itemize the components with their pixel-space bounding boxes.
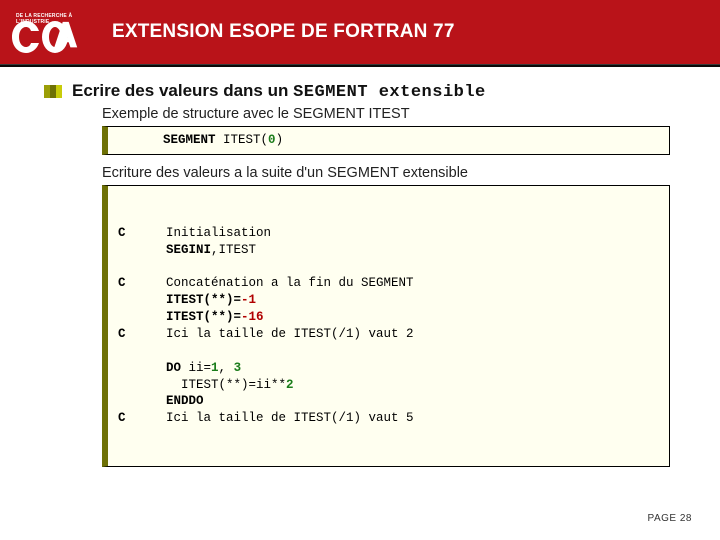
code2-c3: C bbox=[118, 326, 166, 360]
code2-l2b: ,ITEST bbox=[211, 243, 256, 257]
subheading-2: Ecriture des valeurs a la suite d'un SEG… bbox=[102, 165, 690, 181]
code2-l7n1: 1 bbox=[211, 361, 219, 375]
code2-l10: Ici la taille de ITEST(/1) vaut 5 bbox=[166, 411, 414, 425]
code-block-2: C Initialisation SEGINI,ITEST C Concatén… bbox=[102, 185, 670, 467]
code2-l7b: ii= bbox=[181, 361, 211, 375]
code2-row-5: C Ici la taille de ITEST(/1) vaut 5 bbox=[118, 410, 659, 427]
page-number: PAGE 28 bbox=[648, 513, 692, 524]
code2-l1: Initialisation bbox=[166, 226, 271, 240]
cea-logo: DE LA RECHERCHE À L'INDUSTRIE bbox=[10, 9, 88, 57]
code2-l4n: -1 bbox=[241, 293, 256, 307]
code2-row-4: DO ii=1, 3 ITEST(**)=ii**2 ENDDO bbox=[118, 360, 659, 411]
code2-l7c: , bbox=[219, 361, 234, 375]
code1-rest2: ) bbox=[276, 133, 284, 147]
code2-l5n: -16 bbox=[241, 310, 264, 324]
bullet-marker-icon bbox=[44, 85, 62, 98]
section-title-mono2: extensible bbox=[368, 83, 486, 102]
code2-c2: C bbox=[118, 275, 166, 326]
code2-l5a: ITEST(**)= bbox=[166, 310, 241, 324]
code2-l4a: ITEST(**)= bbox=[166, 293, 241, 307]
code2-l3: Concaténation a la fin du SEGMENT bbox=[166, 276, 414, 290]
slide-title: EXTENSION ESOPE DE FORTRAN 77 bbox=[112, 21, 455, 43]
header-band: DE LA RECHERCHE À L'INDUSTRIE EXTENSION … bbox=[0, 0, 720, 64]
code2-row-1: C Initialisation SEGINI,ITEST bbox=[118, 225, 659, 276]
section-title-prefix: Ecrire des valeurs dans un bbox=[72, 81, 293, 100]
code1-kw: SEGMENT bbox=[163, 133, 216, 147]
subheading-1: Exemple de structure avec le SEGMENT ITE… bbox=[102, 106, 690, 122]
code1-rest1: ITEST( bbox=[216, 133, 269, 147]
code2-l9: ENDDO bbox=[166, 394, 204, 408]
code2-l6: Ici la taille de ITEST(/1) vaut 2 bbox=[166, 327, 414, 341]
logo-tagline: DE LA RECHERCHE À L'INDUSTRIE bbox=[16, 13, 88, 25]
code2-l7n2: 3 bbox=[234, 361, 242, 375]
code2-c5: C bbox=[118, 410, 166, 427]
code2-l8n: 2 bbox=[286, 378, 294, 392]
code-block-1: SEGMENT ITEST(0) bbox=[102, 126, 670, 155]
code2-row-2: C Concaténation a la fin du SEGMENT ITES… bbox=[118, 275, 659, 326]
code2-l7a: DO bbox=[166, 361, 181, 375]
code1-zero: 0 bbox=[268, 133, 276, 147]
section-title-mono1: SEGMENT bbox=[293, 83, 368, 102]
code2-table: C Initialisation SEGINI,ITEST C Concatén… bbox=[118, 225, 659, 428]
code1-pad bbox=[118, 133, 163, 147]
code2-row-3: C Ici la taille de ITEST(/1) vaut 2 bbox=[118, 326, 659, 360]
code2-l8a: ITEST(**)=ii** bbox=[166, 378, 286, 392]
code2-l2a: SEGINI bbox=[166, 243, 211, 257]
section-title: Ecrire des valeurs dans un SEGMENT exten… bbox=[72, 81, 486, 102]
section-heading-row: Ecrire des valeurs dans un SEGMENT exten… bbox=[44, 81, 690, 102]
code2-c1: C bbox=[118, 225, 166, 276]
content-area: Ecrire des valeurs dans un SEGMENT exten… bbox=[0, 67, 720, 467]
